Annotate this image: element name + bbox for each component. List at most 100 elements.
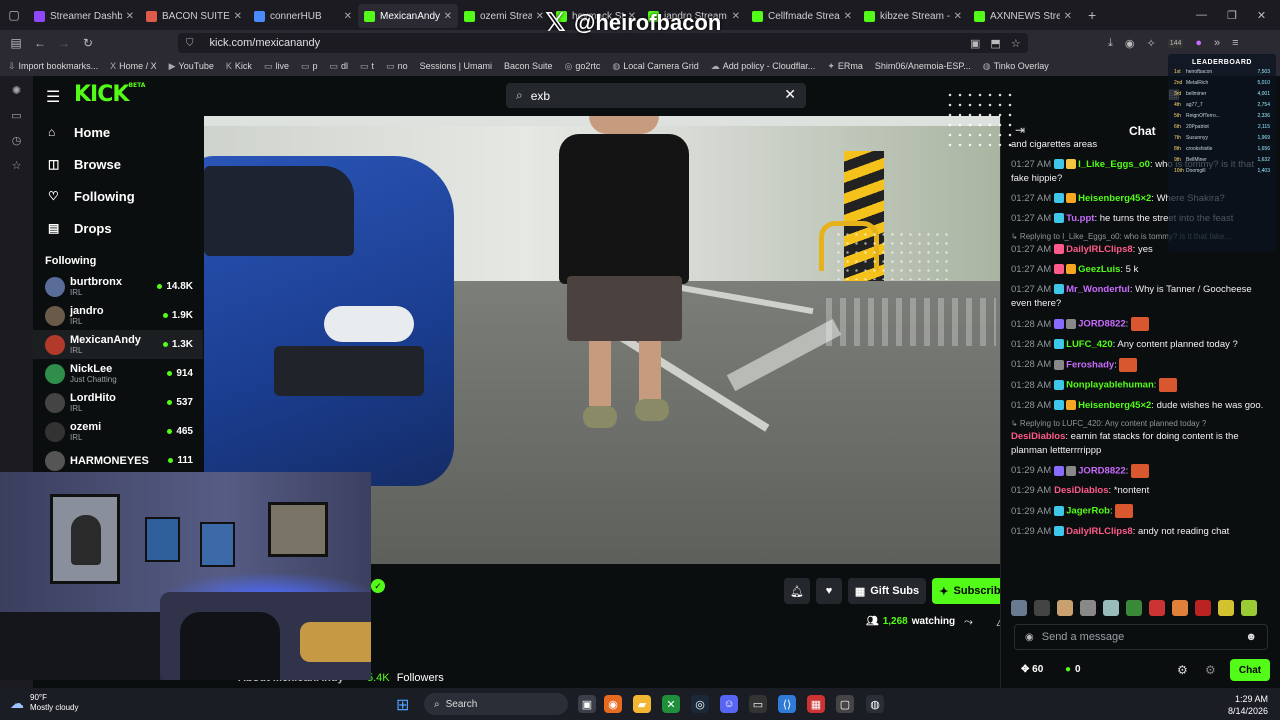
emote-icon[interactable] xyxy=(1172,600,1188,616)
chat-message[interactable]: 01:28 AM LUFC_420: Any content planned to… xyxy=(1011,338,1273,352)
synced-tabs-icon[interactable]: ▭ xyxy=(11,109,21,122)
browser-tab[interactable]: Streamer Dashboard | Tw ✕ xyxy=(28,4,140,28)
browser-tab[interactable]: BACON SUITE V4 // ✕ xyxy=(140,4,248,28)
hamburger-menu-icon[interactable]: ☰ xyxy=(46,87,60,107)
discord-icon[interactable]: ☺ xyxy=(720,695,738,713)
tab-close-icon[interactable]: ✕ xyxy=(954,11,962,22)
tab-close-icon[interactable]: ✕ xyxy=(1064,11,1072,22)
bookmark-star-icon[interactable]: ☆ xyxy=(1011,37,1021,50)
tab-close-icon[interactable]: ✕ xyxy=(536,11,544,22)
bookmark-item[interactable]: ▭ dl xyxy=(330,61,349,72)
firefox-icon[interactable]: ◉ xyxy=(604,695,622,713)
history-icon[interactable]: ◷ xyxy=(12,134,22,147)
search-input[interactable]: ⌕ exb ✕ xyxy=(506,83,806,108)
back-button[interactable]: ← xyxy=(28,36,52,50)
nav-browse[interactable]: ◫ Browse xyxy=(33,148,203,180)
chat-username[interactable]: Heisenberg45×2 xyxy=(1078,193,1151,204)
chat-message[interactable]: 01:29 AM DesiDiablos: *nontent xyxy=(1011,484,1273,498)
extension-icon[interactable]: ◉ xyxy=(1125,37,1135,50)
chat-username[interactable]: DesiDiablos xyxy=(1054,485,1108,496)
chat-settings-icon[interactable]: ⚙ xyxy=(1177,663,1188,677)
bookmark-item[interactable]: ▶ YouTube xyxy=(169,61,214,72)
chat-username[interactable]: DailyIRLClips8 xyxy=(1066,244,1133,255)
chat-message[interactable]: 01:28 AM Nonplayablehuman: xyxy=(1011,378,1273,393)
emote-icon[interactable] xyxy=(1149,600,1165,616)
tab-overview-icon[interactable]: ▢ xyxy=(0,0,28,30)
bookmark-item[interactable]: K Kick xyxy=(226,61,252,71)
extensions-puzzle-icon[interactable]: ✧ xyxy=(1146,37,1155,50)
bookmark-item[interactable]: Sessions | Umami xyxy=(420,61,492,71)
following-channel[interactable]: LordHito IRL 537 xyxy=(33,388,203,417)
chat-message[interactable]: 01:27 AM GeezLuis: 5 k xyxy=(1011,263,1273,277)
browser-tab[interactable]: kibzee Stream - Wat ✕ xyxy=(858,4,968,28)
tab-close-icon[interactable]: ✕ xyxy=(344,11,352,22)
channel-points[interactable]: ✥ 60 xyxy=(1021,664,1043,675)
bookmark-item[interactable]: ✦ ERma xyxy=(827,61,863,72)
sidebar-toggle-icon[interactable]: ▤ xyxy=(4,36,28,50)
task-view-icon[interactable]: ▣ xyxy=(578,695,596,713)
browser-tab[interactable]: connerHUB ✕ xyxy=(248,4,358,28)
profile-icon[interactable]: ● xyxy=(1195,37,1202,49)
app-menu-icon[interactable]: ≡ xyxy=(1232,37,1238,49)
emote-icon[interactable] xyxy=(1034,600,1050,616)
chat-username[interactable]: I_Like_Eggs_o0 xyxy=(1078,159,1150,170)
new-tab-button[interactable]: + xyxy=(1088,7,1096,23)
collapse-chat-icon[interactable]: ⇥ xyxy=(1015,123,1025,137)
bookmarks-icon[interactable]: ☆ xyxy=(12,159,22,172)
following-channel[interactable]: ozemi IRL 465 xyxy=(33,417,203,446)
bookmark-item[interactable]: ◎ go2rtc xyxy=(565,61,601,72)
following-channel[interactable]: MexicanAndy IRL 1.3K xyxy=(33,330,203,359)
chat-message[interactable]: 01:28 AM Heisenberg45×2: dude wishes he w… xyxy=(1011,399,1273,413)
tab-close-icon[interactable]: ✕ xyxy=(844,11,852,22)
extension-badge[interactable]: 144 xyxy=(1167,38,1184,48)
chat-username[interactable]: DesiDiablos xyxy=(1011,431,1065,442)
site-info-icon[interactable]: ⛉ xyxy=(186,38,194,49)
chat-message[interactable]: 01:29 AM JORD8822: xyxy=(1011,463,1273,479)
bookmark-item[interactable]: ⇩ Import bookmarks... xyxy=(8,61,98,72)
chat-message[interactable]: DesiDiablos: earnin fat stacks for doing… xyxy=(1011,430,1273,458)
emote-icon[interactable] xyxy=(1218,600,1234,616)
bookmark-item[interactable]: ▭ live xyxy=(264,61,289,72)
chat-message[interactable]: 01:29 AM DailyIRLClips8: andy not reading… xyxy=(1011,525,1273,539)
tab-close-icon[interactable]: ✕ xyxy=(234,11,242,22)
nav-drops[interactable]: ▤ Drops xyxy=(33,212,203,244)
streaming-app-icon[interactable]: ▦ xyxy=(807,695,825,713)
browser-tab[interactable]: MexicanAndy St ✕ xyxy=(358,4,458,28)
chat-tools-icon[interactable]: ⚙ xyxy=(1205,663,1216,677)
nav-following[interactable]: ♡ Following xyxy=(33,180,203,212)
save-to-pocket-icon[interactable]: ⬒ xyxy=(990,37,1000,50)
chat-message[interactable]: 01:28 AM JORD8822: xyxy=(1011,317,1273,332)
picture-in-picture-icon[interactable]: ▣ xyxy=(970,37,980,50)
following-channel[interactable]: HARMONEYES 111 xyxy=(33,446,203,475)
vscode-icon[interactable]: ⟨⟩ xyxy=(778,695,796,713)
windows-start-icon[interactable]: ⊞ xyxy=(396,695,409,715)
chat-send-button[interactable]: Chat xyxy=(1230,659,1270,681)
bookmark-item[interactable]: ▭ no xyxy=(386,61,408,72)
app-icon[interactable]: ▢ xyxy=(836,695,854,713)
bookmark-item[interactable]: ☁ Add policy - Cloudflar... xyxy=(711,61,816,72)
chat-username[interactable]: DailyIRLClips8 xyxy=(1066,526,1133,537)
emote-icon[interactable] xyxy=(1126,600,1142,616)
following-channel[interactable]: burtbronx IRL 14.8K xyxy=(33,272,203,301)
minimize-icon[interactable]: — xyxy=(1196,9,1207,21)
system-clock[interactable]: 1:29 AM 8/14/2026 xyxy=(1228,693,1268,717)
emote-icon[interactable] xyxy=(1195,600,1211,616)
nav-home[interactable]: ⌂ Home xyxy=(33,116,203,148)
bookmark-item[interactable]: ▭ t xyxy=(360,61,374,72)
emote-icon[interactable] xyxy=(1011,600,1027,616)
emote-icon[interactable] xyxy=(1057,600,1073,616)
restore-icon[interactable]: ❐ xyxy=(1227,9,1237,22)
gift-subs-button[interactable]: ▦ Gift Subs xyxy=(848,578,926,604)
chat-username[interactable]: Feroshady xyxy=(1066,359,1114,370)
follow-heart-icon[interactable]: ♥ xyxy=(816,578,842,604)
taskbar-search[interactable]: ⌕ Search xyxy=(424,693,568,715)
xbox-icon[interactable]: ✕ xyxy=(662,695,680,713)
chat-message[interactable]: 01:28 AM Feroshady: xyxy=(1011,357,1273,373)
steam-icon[interactable]: ◎ xyxy=(691,695,709,713)
chat-username[interactable]: LUFC_420 xyxy=(1066,339,1112,350)
chat-username[interactable]: Tu.ppt xyxy=(1066,213,1094,224)
clear-search-icon[interactable]: ✕ xyxy=(784,86,796,103)
following-channel[interactable]: NickLee Just Chatting 914 xyxy=(33,359,203,388)
following-channel[interactable]: jandro IRL 1.9K xyxy=(33,301,203,330)
kick-logo[interactable]: KICKBETA xyxy=(74,82,145,107)
